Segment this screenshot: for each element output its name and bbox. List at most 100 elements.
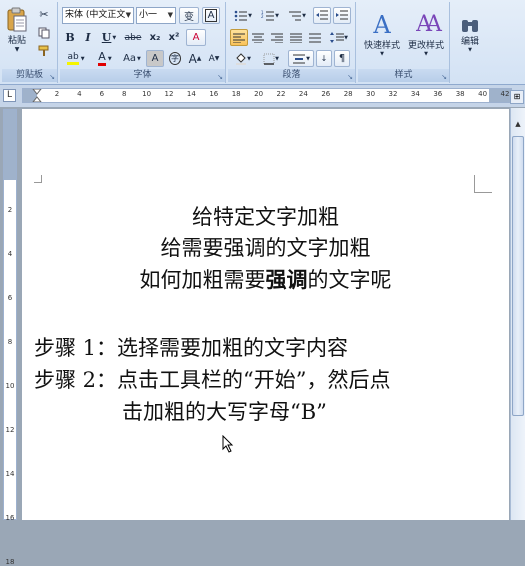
strikethrough-button[interactable]: abe bbox=[123, 29, 143, 46]
ruler-tick-label: 40 bbox=[478, 90, 488, 98]
subscript-button[interactable]: x₂ bbox=[146, 29, 164, 46]
align-left-button[interactable] bbox=[230, 29, 248, 46]
clear-format-button[interactable]: A bbox=[186, 29, 206, 46]
bold-button[interactable]: B bbox=[62, 29, 78, 46]
crop-mark-top-left bbox=[34, 175, 42, 183]
align-right-button[interactable] bbox=[268, 29, 286, 46]
bullets-button[interactable]: ▼ bbox=[230, 7, 256, 24]
vruler-tick-label: 10 bbox=[5, 382, 15, 390]
format-painter-icon bbox=[38, 45, 49, 56]
paragraph-group: ▼ 12 ▼ ▼ ▼ ▼ ▼ ▼ ↓ ¶ 段落 ↘ bbox=[228, 2, 356, 83]
document-page[interactable]: 给特定文字加粗 给需要强调的文字加粗 如何加粗需要强调的文字呢 步骤 1：选择需… bbox=[22, 109, 509, 520]
quick-styles-label: 快速样式 bbox=[363, 40, 400, 51]
shading-button[interactable]: ▼ bbox=[230, 50, 256, 67]
decrease-indent-icon bbox=[316, 10, 328, 20]
show-marks-button[interactable]: ¶ bbox=[334, 50, 350, 67]
chinese-layout-button[interactable]: ▼ bbox=[288, 50, 314, 67]
change-styles-button[interactable]: AA 更改样式 ▼ bbox=[404, 4, 448, 64]
italic-button[interactable]: I bbox=[80, 29, 96, 46]
quick-styles-button[interactable]: A 快速样式 ▼ bbox=[360, 4, 404, 64]
ruler-tick-label: 42 bbox=[500, 90, 510, 98]
char-border-button[interactable]: A bbox=[202, 7, 220, 24]
vruler-tick-label: 14 bbox=[5, 470, 15, 478]
scroll-up-icon[interactable]: ▲ bbox=[512, 120, 524, 134]
vertical-scrollbar[interactable]: ▲ bbox=[510, 108, 525, 520]
format-painter-button[interactable] bbox=[35, 42, 53, 59]
tab-selector-button[interactable]: L bbox=[3, 89, 16, 102]
justify-button[interactable] bbox=[287, 29, 305, 46]
align-left-icon bbox=[233, 33, 245, 43]
highlight-button[interactable]: ab ▼ bbox=[62, 50, 90, 67]
char-shading-button[interactable]: A bbox=[146, 50, 164, 67]
shrink-font-button[interactable]: A ▼ bbox=[205, 50, 223, 67]
decrease-indent-button[interactable] bbox=[313, 7, 331, 24]
distributed-icon bbox=[309, 33, 321, 42]
clear-format-icon: A bbox=[192, 32, 200, 43]
dialog-launcher-icon[interactable]: ↘ bbox=[49, 73, 55, 81]
italic-icon: I bbox=[85, 31, 91, 44]
line-spacing-button[interactable]: ▼ bbox=[327, 29, 351, 46]
indent-marker-icon[interactable] bbox=[32, 89, 42, 102]
chevron-down-icon: ▼ bbox=[468, 46, 472, 53]
vruler-tick-label: 2 bbox=[7, 206, 13, 214]
quick-styles-icon: A bbox=[373, 10, 391, 39]
superscript-icon: x² bbox=[168, 32, 180, 43]
chevron-down-icon: ▼ bbox=[380, 50, 384, 57]
superscript-button[interactable]: x² bbox=[165, 29, 183, 46]
doc-line-5: 步骤 2：点击工具栏的“开始”，然后点 bbox=[34, 364, 521, 394]
phonetic-guide-button[interactable]: 变 bbox=[179, 7, 199, 24]
sort-button[interactable]: ↓ bbox=[316, 50, 332, 67]
cut-button[interactable]: ✂ bbox=[35, 6, 53, 23]
grow-font-button[interactable]: A ▲ bbox=[186, 50, 204, 67]
horizontal-ruler[interactable]: 2 4 6 8 10 12 14 16 18 20 22 24 26 28 30 32 34 36 38 40 42 bbox=[22, 88, 512, 103]
svg-text:2: 2 bbox=[261, 14, 264, 19]
align-center-button[interactable] bbox=[249, 29, 267, 46]
enclose-char-button[interactable]: 字 bbox=[166, 50, 184, 67]
increase-indent-icon bbox=[336, 10, 348, 20]
ruler-tick-label: 22 bbox=[276, 90, 286, 98]
chevron-down-icon: ▼ bbox=[248, 12, 252, 19]
change-styles-label: 更改样式 bbox=[407, 40, 444, 51]
copy-icon bbox=[38, 27, 50, 38]
distributed-button[interactable] bbox=[306, 29, 324, 46]
increase-indent-button[interactable] bbox=[333, 7, 351, 24]
ruler-tick-label: 24 bbox=[298, 90, 308, 98]
editing-group: 编辑 ▼ bbox=[452, 2, 488, 83]
scrollbar-thumb[interactable] bbox=[512, 136, 524, 416]
paste-button[interactable]: 粘贴 ▼ bbox=[4, 4, 30, 56]
font-color-button[interactable]: A ▼ bbox=[92, 50, 118, 67]
editing-button[interactable]: 编辑 ▼ bbox=[454, 4, 486, 64]
change-styles-icon: AA bbox=[416, 11, 442, 37]
font-name-combo[interactable]: 宋体 (中文正文 ▼ bbox=[62, 7, 134, 24]
font-color-icon: A bbox=[98, 51, 106, 66]
dialog-launcher-icon[interactable]: ↘ bbox=[441, 73, 447, 81]
font-size-combo[interactable]: 小一 ▼ bbox=[136, 7, 176, 24]
char-shading-icon: A bbox=[151, 53, 159, 64]
strikethrough-icon: abe bbox=[124, 32, 142, 43]
underline-button[interactable]: U ▼ bbox=[98, 29, 120, 46]
copy-button[interactable] bbox=[35, 24, 53, 41]
vruler-tick-label: 12 bbox=[5, 426, 15, 434]
dialog-launcher-icon[interactable]: ↘ bbox=[347, 73, 353, 81]
view-ruler-button[interactable]: ⊞ bbox=[510, 90, 524, 104]
ruler-tick-label: 12 bbox=[164, 90, 174, 98]
vruler-tick-label: 16 bbox=[5, 514, 15, 522]
vertical-ruler[interactable]: 2 4 6 8 10 12 14 16 18 bbox=[3, 109, 17, 566]
chevron-down-icon: ▼ bbox=[344, 34, 348, 41]
vruler-tick-label: 18 bbox=[5, 558, 15, 566]
ruler-tick-label: 36 bbox=[433, 90, 443, 98]
doc-line-3-post: 的文字呢 bbox=[307, 268, 392, 292]
editing-label: 编辑 bbox=[460, 36, 479, 47]
chevron-down-icon: ▼ bbox=[275, 12, 279, 19]
char-border-icon: A bbox=[204, 9, 218, 22]
doc-line-3-bold-text: 强调 bbox=[265, 267, 308, 292]
change-case-button[interactable]: Aa ▼ bbox=[120, 50, 144, 67]
multilevel-list-button[interactable]: ▼ bbox=[284, 7, 310, 24]
numbering-icon: 12 bbox=[261, 10, 275, 21]
sort-icon: ↓ bbox=[320, 54, 328, 63]
vruler-tick-label: 6 bbox=[7, 294, 13, 302]
numbering-button[interactable]: 12 ▼ bbox=[257, 7, 283, 24]
dialog-launcher-icon[interactable]: ↘ bbox=[217, 73, 223, 81]
borders-button[interactable]: ▼ bbox=[258, 50, 284, 67]
paste-label: 粘贴 bbox=[7, 36, 26, 46]
